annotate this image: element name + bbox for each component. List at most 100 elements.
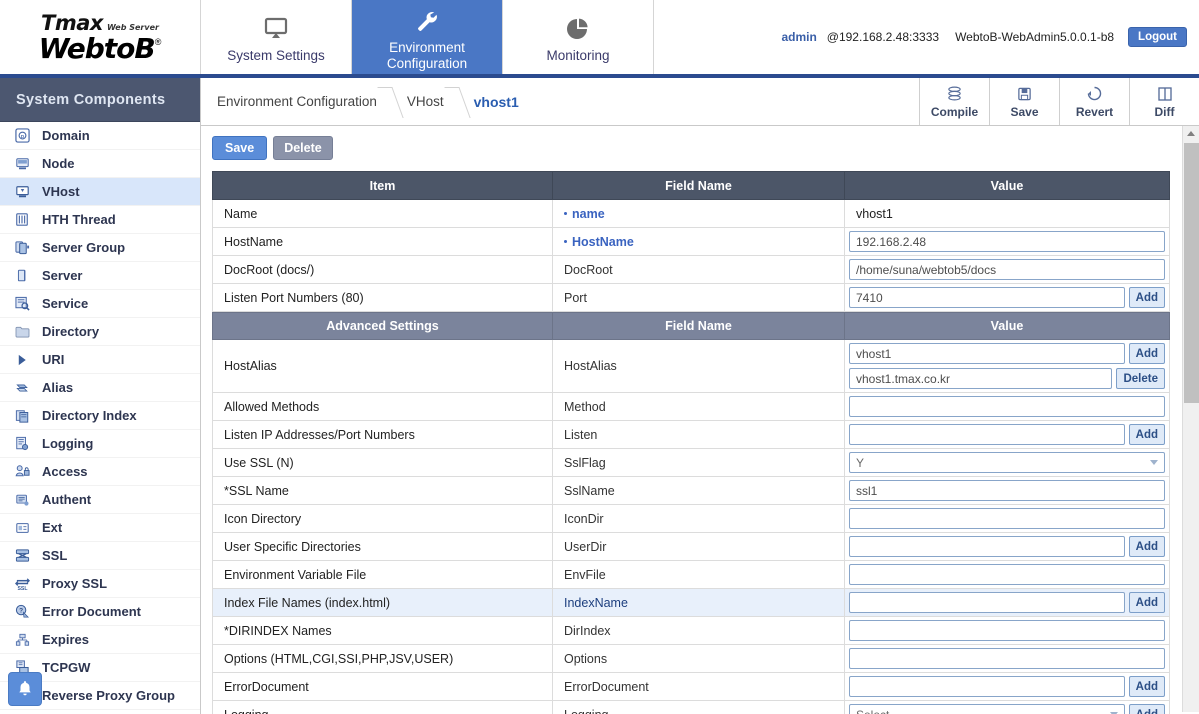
breadcrumb-item-0[interactable]: Environment Configuration — [217, 94, 377, 109]
advanced-listen-input[interactable] — [849, 424, 1125, 445]
advanced-sslname-input[interactable] — [849, 480, 1165, 501]
sidebar-item-ext[interactable]: Ext — [0, 514, 200, 542]
brand-logo[interactable]: Tmax Web Server WebtoB ® — [0, 0, 201, 74]
advanced-hostalias-0-input[interactable] — [849, 343, 1125, 364]
advanced-logging-select[interactable]: Select — [849, 704, 1125, 714]
directory-index-icon — [12, 407, 32, 425]
scrollbar-thumb[interactable] — [1184, 143, 1199, 403]
advanced-hostalias-1-delete-button[interactable]: Delete — [1116, 368, 1165, 389]
notification-bell-badge[interactable] — [8, 672, 42, 706]
revert-arrow-icon — [1086, 85, 1103, 103]
sidebar-item-directory[interactable]: Directory — [0, 318, 200, 346]
advanced-userdir-add-button[interactable]: Add — [1129, 536, 1165, 557]
basic-item-hostname: HostName — [213, 228, 553, 256]
advanced-value-cell-indexname: Add — [845, 589, 1170, 617]
advanced-userdir-input[interactable] — [849, 536, 1125, 557]
compile-button[interactable]: Compile — [919, 78, 989, 125]
advanced-errordocument-input[interactable] — [849, 676, 1125, 697]
sidebar-item-vhost[interactable]: VHost — [0, 178, 200, 206]
sidebar-item-uri[interactable]: URI — [0, 346, 200, 374]
delete-button[interactable]: Delete — [273, 136, 333, 160]
sidebar-item-hth-thread[interactable]: HTH Thread — [0, 206, 200, 234]
sidebar-item-label: Authent — [42, 492, 91, 507]
advanced-value-cell-hostalias: Add Delete — [845, 340, 1170, 393]
advanced-logging-add-button[interactable]: Add — [1129, 704, 1165, 714]
advanced-sslflag-select[interactable]: Y — [849, 452, 1165, 473]
authent-icon — [12, 491, 32, 509]
breadcrumb-item-1[interactable]: VHost — [407, 94, 444, 109]
advanced-field-dirindex: DirIndex — [553, 617, 845, 645]
advanced-options-input[interactable] — [849, 648, 1165, 669]
sidebar-item-server[interactable]: Server — [0, 262, 200, 290]
sidebar-item-server-group[interactable]: Server Group — [0, 234, 200, 262]
advanced-hostalias-1-value-row: Delete — [849, 368, 1165, 389]
logout-button[interactable]: Logout — [1128, 27, 1187, 47]
basic-hostname-input[interactable] — [849, 231, 1165, 252]
tab-environment-configuration[interactable]: Environment Configuration — [352, 0, 503, 74]
content-vertical-scrollbar[interactable] — [1182, 126, 1199, 712]
advanced-indexname-add-button[interactable]: Add — [1129, 592, 1165, 613]
basic-value-cell-hostname — [845, 228, 1170, 256]
advanced-listen-add-button[interactable]: Add — [1129, 424, 1165, 445]
advanced-item-index-file-names-index-html: Index File Names (index.html) — [213, 589, 553, 617]
sidebar-item-authent[interactable]: Authent — [0, 486, 200, 514]
table-row: LoggingLoggingSelectAdd — [213, 701, 1170, 714]
sidebar-item-expires[interactable]: Expires — [0, 626, 200, 654]
save-button[interactable]: Save — [212, 136, 267, 160]
scrollbar-up-arrow[interactable] — [1183, 126, 1199, 141]
advanced-sslname-value-row — [849, 480, 1165, 501]
revert-button[interactable]: Revert — [1059, 78, 1129, 125]
sidebar-item-label: Ext — [42, 520, 62, 535]
advanced-value-cell-listen: Add — [845, 421, 1170, 449]
stack-icon — [946, 85, 963, 103]
advanced-table-header-row: Advanced Settings Field Name Value — [213, 313, 1170, 340]
sidebar-item-access[interactable]: Access — [0, 458, 200, 486]
advanced-settings-table: Advanced Settings Field Name Value HostA… — [212, 312, 1170, 714]
logo-product-text: WebtoB — [39, 35, 155, 63]
advanced-envfile-input[interactable] — [849, 564, 1165, 585]
advanced-dirindex-value-row — [849, 620, 1165, 641]
table-row: *DIRINDEX NamesDirIndex — [213, 617, 1170, 645]
tab-system-settings[interactable]: System Settings — [201, 0, 352, 74]
sidebar-item-label: Proxy SSL — [42, 576, 107, 591]
logo-bottom-line: WebtoB ® — [39, 35, 162, 63]
sidebar-item-alias[interactable]: Alias — [0, 374, 200, 402]
basic-port-add-button[interactable]: Add — [1129, 287, 1165, 308]
sidebar-item-ssl[interactable]: SSL — [0, 542, 200, 570]
sidebar-item-error-document[interactable]: ?Error Document — [0, 598, 200, 626]
advanced-logging-select-value: Select — [856, 708, 889, 714]
basic-port-input[interactable] — [849, 287, 1125, 308]
sidebar-item-label: Access — [42, 464, 88, 479]
tab-monitoring[interactable]: Monitoring — [503, 0, 654, 74]
sidebar-item-logging[interactable]: Logging — [0, 430, 200, 458]
svg-text:SSL: SSL — [17, 586, 27, 591]
sidebar-item-label: Directory Index — [42, 408, 137, 423]
sidebar-item-domain[interactable]: DDomain — [0, 122, 200, 150]
table-row: Use SSL (N)SslFlagY — [213, 449, 1170, 477]
advanced-header-value: Value — [845, 313, 1170, 340]
basic-item-listen-port-numbers-80: Listen Port Numbers (80) — [213, 284, 553, 312]
sidebar-item-proxy-ssl[interactable]: SSL Proxy SSL — [0, 570, 200, 598]
advanced-errordocument-add-button[interactable]: Add — [1129, 676, 1165, 697]
sidebar-item-node[interactable]: Node — [0, 150, 200, 178]
save-toolbar-button[interactable]: Save — [989, 78, 1059, 125]
advanced-indexname-input[interactable] — [849, 592, 1125, 613]
sidebar-item-label: Server Group — [42, 240, 125, 255]
advanced-method-input[interactable] — [849, 396, 1165, 417]
basic-docroot-input[interactable] — [849, 259, 1165, 280]
advanced-hostalias-0-add-button[interactable]: Add — [1129, 343, 1165, 364]
basic-value-cell-port: Add — [845, 284, 1170, 312]
diff-button[interactable]: Diff — [1129, 78, 1199, 125]
advanced-icondir-input[interactable] — [849, 508, 1165, 529]
advanced-header-field: Field Name — [553, 313, 845, 340]
advanced-hostalias-1-input[interactable] — [849, 368, 1112, 389]
advanced-dirindex-input[interactable] — [849, 620, 1165, 641]
basic-field-label: name — [572, 207, 605, 221]
sidebar-item-label: Alias — [42, 380, 73, 395]
advanced-item-hostalias: HostAlias — [213, 340, 553, 393]
sidebar-item-service[interactable]: Service — [0, 290, 200, 318]
breadcrumb-item-2[interactable]: vhost1 — [474, 94, 519, 110]
advanced-value-cell-logging: Select Add — [845, 701, 1170, 714]
content-area: Environment Configuration VHost vhost1 C — [201, 78, 1199, 714]
sidebar-item-directory-index[interactable]: Directory Index — [0, 402, 200, 430]
